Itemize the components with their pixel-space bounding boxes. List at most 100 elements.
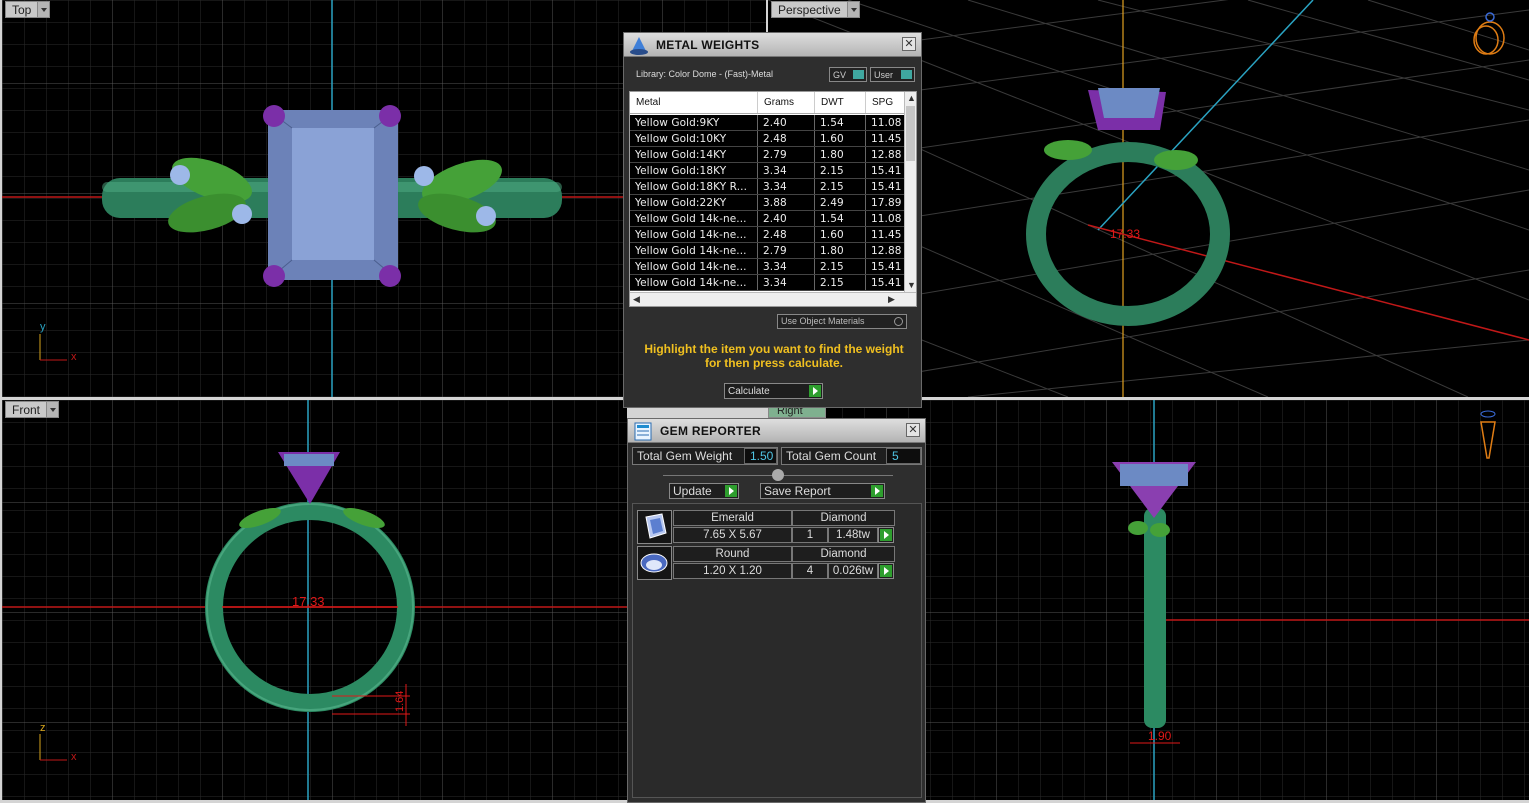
scroll-up-icon[interactable]: ▲	[907, 93, 916, 103]
user-toggle[interactable]: User	[870, 67, 915, 82]
chevron-down-icon[interactable]	[46, 402, 59, 417]
table-row[interactable]: Yellow Gold 14k-ne... 2.79 1.80 12.88	[630, 243, 906, 259]
play-icon	[809, 385, 821, 397]
column-header[interactable]: Grams	[758, 92, 815, 113]
cell-text: Round	[715, 548, 750, 560]
gem-weight: 1.48tw	[828, 527, 878, 543]
viewport-label-front[interactable]: Front	[5, 401, 60, 418]
scroll-right-icon[interactable]: ▶	[888, 294, 895, 305]
gem-row[interactable]: Round Diamond 1.20 X 1.20 4 0.026tw	[637, 546, 895, 580]
close-icon[interactable]: ✕	[906, 423, 920, 437]
column-header[interactable]: SPG	[866, 92, 906, 113]
chevron-down-icon[interactable]	[846, 2, 859, 17]
gem-select-button[interactable]	[878, 527, 894, 543]
scroll-down-icon[interactable]: ▼	[907, 280, 916, 290]
cell-text: 4	[806, 565, 814, 577]
table-cell: 17.89	[866, 195, 906, 210]
metal-weights-panel[interactable]: METAL WEIGHTS ✕ Library: Color Dome - (F…	[623, 32, 922, 408]
front-grid: 17.33 1.64	[2, 400, 627, 800]
use-object-materials-toggle[interactable]: Use Object Materials	[777, 314, 907, 329]
table-cell: 2.15	[815, 259, 866, 274]
close-icon[interactable]: ✕	[902, 37, 916, 51]
update-button[interactable]: Update	[669, 483, 739, 499]
field-value: 1.50	[750, 449, 774, 463]
emerald-cut-icon	[637, 510, 672, 544]
table-cell: 2.40	[758, 211, 815, 226]
round-cut-icon	[637, 546, 672, 580]
gem-reporter-panel[interactable]: GEM REPORTER ✕ Total Gem Weight 1.50 Tot…	[627, 418, 926, 803]
viewport-label-text: Front	[12, 402, 41, 417]
gem-weight: 0.026tw	[828, 563, 878, 579]
metal-weights-titlebar[interactable]: METAL WEIGHTS ✕	[624, 33, 921, 57]
table-cell: Yellow Gold:14KY	[630, 147, 758, 162]
table-cell: 2.48	[758, 227, 815, 242]
gem-shape: Emerald	[673, 510, 792, 526]
table-cell: 1.54	[815, 115, 866, 130]
play-icon	[880, 565, 892, 577]
column-header[interactable]: DWT	[815, 92, 866, 113]
table-cell: Yellow Gold 14k-ne...	[630, 259, 758, 274]
scroll-thumb[interactable]	[906, 106, 915, 161]
dimension-label: 17.33	[292, 594, 325, 609]
axis-label-z: z	[40, 722, 46, 734]
emerald-gem-top	[263, 105, 401, 287]
column-header[interactable]: Metal	[630, 92, 758, 113]
cell-text: 0.026tw	[832, 565, 874, 577]
panel-title: GEM REPORTER	[660, 423, 761, 438]
gem-material: Diamond	[792, 510, 895, 526]
button-label: Calculate	[728, 385, 770, 397]
metal-table[interactable]: Metal Grams DWT SPG Yellow Gold:9KY 2.40 1…	[629, 91, 917, 307]
save-report-button[interactable]: Save Report	[760, 483, 885, 499]
table-cell: Yellow Gold:18KY	[630, 163, 758, 178]
table-cell: 2.15	[815, 163, 866, 178]
table-row[interactable]: Yellow Gold:18KY 3.34 2.15 15.41	[630, 163, 906, 179]
table-row[interactable]: Yellow Gold:14KY 2.79 1.80 12.88	[630, 147, 906, 163]
viewport-label-text: Perspective	[778, 2, 841, 17]
horizontal-scrollbar[interactable]: ◀ ▶	[630, 292, 916, 306]
instruction-line: Highlight the item you want to find the …	[644, 342, 904, 356]
viewport-label-top[interactable]: Top	[5, 1, 51, 18]
viewport-label-perspective[interactable]: Perspective	[771, 1, 860, 18]
table-cell: 3.34	[758, 275, 815, 290]
ring-gizmo-icon	[1473, 12, 1505, 55]
table-cell: 12.88	[866, 147, 906, 162]
table-cell: Yellow Gold:22KY	[630, 195, 758, 210]
calculate-button[interactable]: Calculate	[724, 383, 823, 399]
cell-text: Diamond	[820, 548, 867, 560]
metal-table-body: Yellow Gold:9KY 2.40 1.54 11.08 Yellow Gold:…	[630, 115, 906, 291]
table-cell: 12.88	[866, 243, 906, 258]
table-cell: Yellow Gold:10KY	[630, 131, 758, 146]
table-row[interactable]: Yellow Gold:18KY R... 3.34 2.15 15.41	[630, 179, 906, 195]
table-row[interactable]: Yellow Gold:22KY 3.88 2.49 17.89	[630, 195, 906, 211]
gem-reporter-titlebar[interactable]: GEM REPORTER ✕	[628, 419, 925, 443]
table-cell: Yellow Gold 14k-ne...	[630, 243, 758, 258]
gem-count: 1	[792, 527, 828, 543]
table-row[interactable]: Yellow Gold:10KY 2.48 1.60 11.45	[630, 131, 906, 147]
table-row[interactable]: Yellow Gold 14k-ne... 3.34 2.15 15.41	[630, 275, 906, 291]
panel-title: METAL WEIGHTS	[656, 37, 760, 52]
cell-text: 1.48tw	[836, 529, 870, 541]
total-gem-count-value: 5	[886, 448, 921, 464]
table-cell: 2.48	[758, 131, 815, 146]
table-cell: 1.80	[815, 147, 866, 162]
cell-text: 1	[806, 529, 814, 541]
vertical-scrollbar[interactable]: ▲ ▼	[904, 92, 916, 294]
table-row[interactable]: Yellow Gold 14k-ne... 2.40 1.54 11.08	[630, 211, 906, 227]
table-row[interactable]: Yellow Gold 14k-ne... 2.48 1.60 11.45	[630, 227, 906, 243]
table-row[interactable]: Yellow Gold:9KY 2.40 1.54 11.08	[630, 115, 906, 131]
chevron-down-icon[interactable]	[37, 2, 50, 17]
table-row[interactable]: Yellow Gold 14k-ne... 3.34 2.15 15.41	[630, 259, 906, 275]
table-cell: Yellow Gold:9KY	[630, 115, 758, 130]
table-cell: 15.41	[866, 163, 906, 178]
viewport-front[interactable]: 17.33 1.64 Front z x	[2, 400, 627, 800]
play-icon	[880, 529, 892, 541]
scroll-left-icon[interactable]: ◀	[633, 294, 640, 305]
dimension-label: 1.90	[1148, 729, 1172, 743]
radio-icon	[894, 317, 903, 326]
axis-label-x: x	[71, 351, 77, 363]
table-cell: 2.79	[758, 243, 815, 258]
gem-select-button[interactable]	[878, 563, 894, 579]
gv-toggle[interactable]: GV	[829, 67, 867, 82]
collapse-arrow-icon[interactable]	[772, 469, 784, 481]
gem-row[interactable]: Emerald Diamond 7.65 X 5.67 1 1.48tw	[637, 510, 895, 544]
